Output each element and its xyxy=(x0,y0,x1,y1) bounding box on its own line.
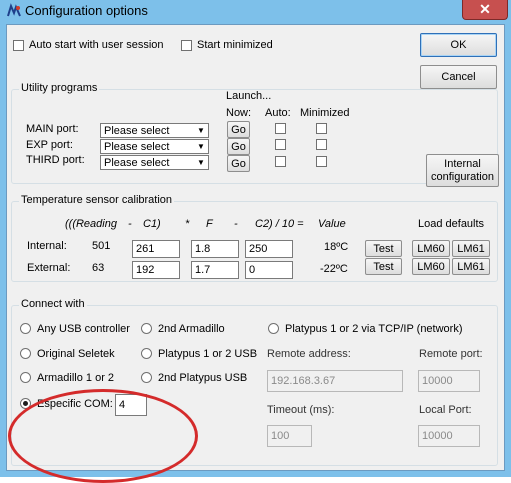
formula-minus-2: - xyxy=(234,218,238,230)
connect-with-label: Connect with xyxy=(19,298,87,310)
internal-reading: 501 xyxy=(92,240,111,252)
third-port-label: THIRD port: xyxy=(26,154,85,166)
formula-f: F xyxy=(206,218,213,230)
local-port-input[interactable]: 10000 xyxy=(418,425,480,447)
chevron-down-icon: ▼ xyxy=(197,126,205,135)
start-minimized-checkbox[interactable] xyxy=(181,40,192,51)
third-port-go-button[interactable]: Go xyxy=(227,155,250,172)
external-lm60-button[interactable]: LM60 xyxy=(412,258,450,275)
main-port-auto-checkbox[interactable] xyxy=(275,123,286,134)
platypus-tcp-label: Platypus 1 or 2 via TCP/IP (network) xyxy=(285,323,463,335)
temperature-group-label: Temperature sensor calibration xyxy=(19,194,175,206)
main-port-go-button[interactable]: Go xyxy=(227,121,250,138)
internal-lm60-button[interactable]: LM60 xyxy=(412,240,450,257)
auto-label: Auto: xyxy=(265,107,291,119)
formula-times: * xyxy=(185,218,190,230)
armadillo2-radio[interactable] xyxy=(141,323,152,334)
chevron-down-icon: ▼ xyxy=(197,142,205,151)
internal-c1-input[interactable]: 261 xyxy=(132,240,180,258)
third-port-minimized-checkbox[interactable] xyxy=(316,156,327,167)
exp-port-minimized-checkbox[interactable] xyxy=(316,139,327,150)
platypus2-label: 2nd Platypus USB xyxy=(158,372,248,384)
cancel-button[interactable]: Cancel xyxy=(420,65,497,89)
internal-configuration-line2: configuration xyxy=(431,170,494,183)
start-minimized-label: Start minimized xyxy=(197,39,273,51)
armadillo12-label: Armadillo 1 or 2 xyxy=(37,372,115,384)
platypus-usb-label: Platypus 1 or 2 USB xyxy=(158,348,258,360)
external-f-input[interactable]: 1.7 xyxy=(191,261,239,279)
third-port-auto-checkbox[interactable] xyxy=(275,156,286,167)
exp-port-value: Please select xyxy=(104,141,170,153)
exp-port-select[interactable]: Please select ▼ xyxy=(100,139,209,154)
exp-port-go-button[interactable]: Go xyxy=(227,138,250,155)
armadillo2-label: 2nd Armadillo xyxy=(158,323,225,335)
external-test-button[interactable]: Test xyxy=(365,258,402,275)
any-usb-label: Any USB controller xyxy=(37,323,130,335)
now-label: Now: xyxy=(226,107,252,119)
close-button[interactable]: ✕ xyxy=(462,0,508,20)
internal-configuration-button[interactable]: Internal configuration xyxy=(426,154,499,187)
utility-programs-label: Utility programs xyxy=(19,82,100,94)
external-c1-input[interactable]: 192 xyxy=(132,261,180,279)
dialog-body: Auto start with user session Start minim… xyxy=(6,24,505,483)
any-usb-radio[interactable] xyxy=(20,323,31,334)
load-defaults-label: Load defaults xyxy=(418,218,485,230)
main-port-label: MAIN port: xyxy=(26,123,79,135)
window-title: Configuration options xyxy=(25,3,148,18)
platypus2-radio[interactable] xyxy=(141,372,152,383)
ok-button[interactable]: OK xyxy=(420,33,497,57)
external-c2-input[interactable]: 0 xyxy=(245,261,293,279)
timeout-input[interactable]: 100 xyxy=(267,425,312,447)
title-bar: Configuration options ✕ xyxy=(0,0,511,24)
exp-port-auto-checkbox[interactable] xyxy=(275,139,286,150)
third-port-value: Please select xyxy=(104,157,170,169)
minimized-label: Minimized xyxy=(300,107,350,119)
timeout-label: Timeout (ms): xyxy=(267,404,335,416)
remote-port-label: Remote port: xyxy=(419,348,483,360)
seletek-radio[interactable] xyxy=(20,348,31,359)
main-port-value: Please select xyxy=(104,125,170,137)
formula-reading: (((Reading xyxy=(65,218,117,230)
internal-lm61-button[interactable]: LM61 xyxy=(452,240,490,257)
platypus-tcp-radio[interactable] xyxy=(268,323,279,334)
internal-f-input[interactable]: 1.8 xyxy=(191,240,239,258)
utility-programs-group xyxy=(11,89,498,184)
formula-value: Value xyxy=(318,218,346,230)
main-port-minimized-checkbox[interactable] xyxy=(316,123,327,134)
app-icon xyxy=(7,3,21,17)
formula-minus-1: - xyxy=(128,218,132,230)
external-label: External: xyxy=(27,262,71,274)
external-value: -22ºC xyxy=(320,263,348,275)
chevron-down-icon: ▼ xyxy=(197,158,205,167)
formula-c1: C1) xyxy=(143,218,161,230)
main-port-select[interactable]: Please select ▼ xyxy=(100,123,209,138)
armadillo12-radio[interactable] xyxy=(20,372,31,383)
auto-start-label: Auto start with user session xyxy=(29,39,164,51)
internal-label: Internal: xyxy=(27,240,67,252)
auto-start-checkbox[interactable] xyxy=(13,40,24,51)
external-reading: 63 xyxy=(92,262,105,274)
remote-address-label: Remote address: xyxy=(267,348,351,360)
launch-label: Launch... xyxy=(226,90,272,102)
formula-c2: C2) / 10 = xyxy=(255,218,304,230)
external-lm61-button[interactable]: LM61 xyxy=(452,258,490,275)
internal-c2-input[interactable]: 250 xyxy=(245,240,293,258)
internal-test-button[interactable]: Test xyxy=(365,240,402,257)
window: Configuration options ✕ Auto start with … xyxy=(0,0,511,483)
internal-configuration-line1: Internal xyxy=(444,157,481,170)
annotation-ellipse xyxy=(8,389,198,483)
exp-port-label: EXP port: xyxy=(26,139,73,151)
third-port-select[interactable]: Please select ▼ xyxy=(100,155,209,170)
seletek-label: Original Seletek xyxy=(37,348,115,360)
remote-address-input[interactable]: 192.168.3.67 xyxy=(267,370,403,392)
internal-value: 18ºC xyxy=(324,241,349,253)
remote-port-input[interactable]: 10000 xyxy=(418,370,480,392)
platypus-usb-radio[interactable] xyxy=(141,348,152,359)
local-port-label: Local Port: xyxy=(419,404,472,416)
